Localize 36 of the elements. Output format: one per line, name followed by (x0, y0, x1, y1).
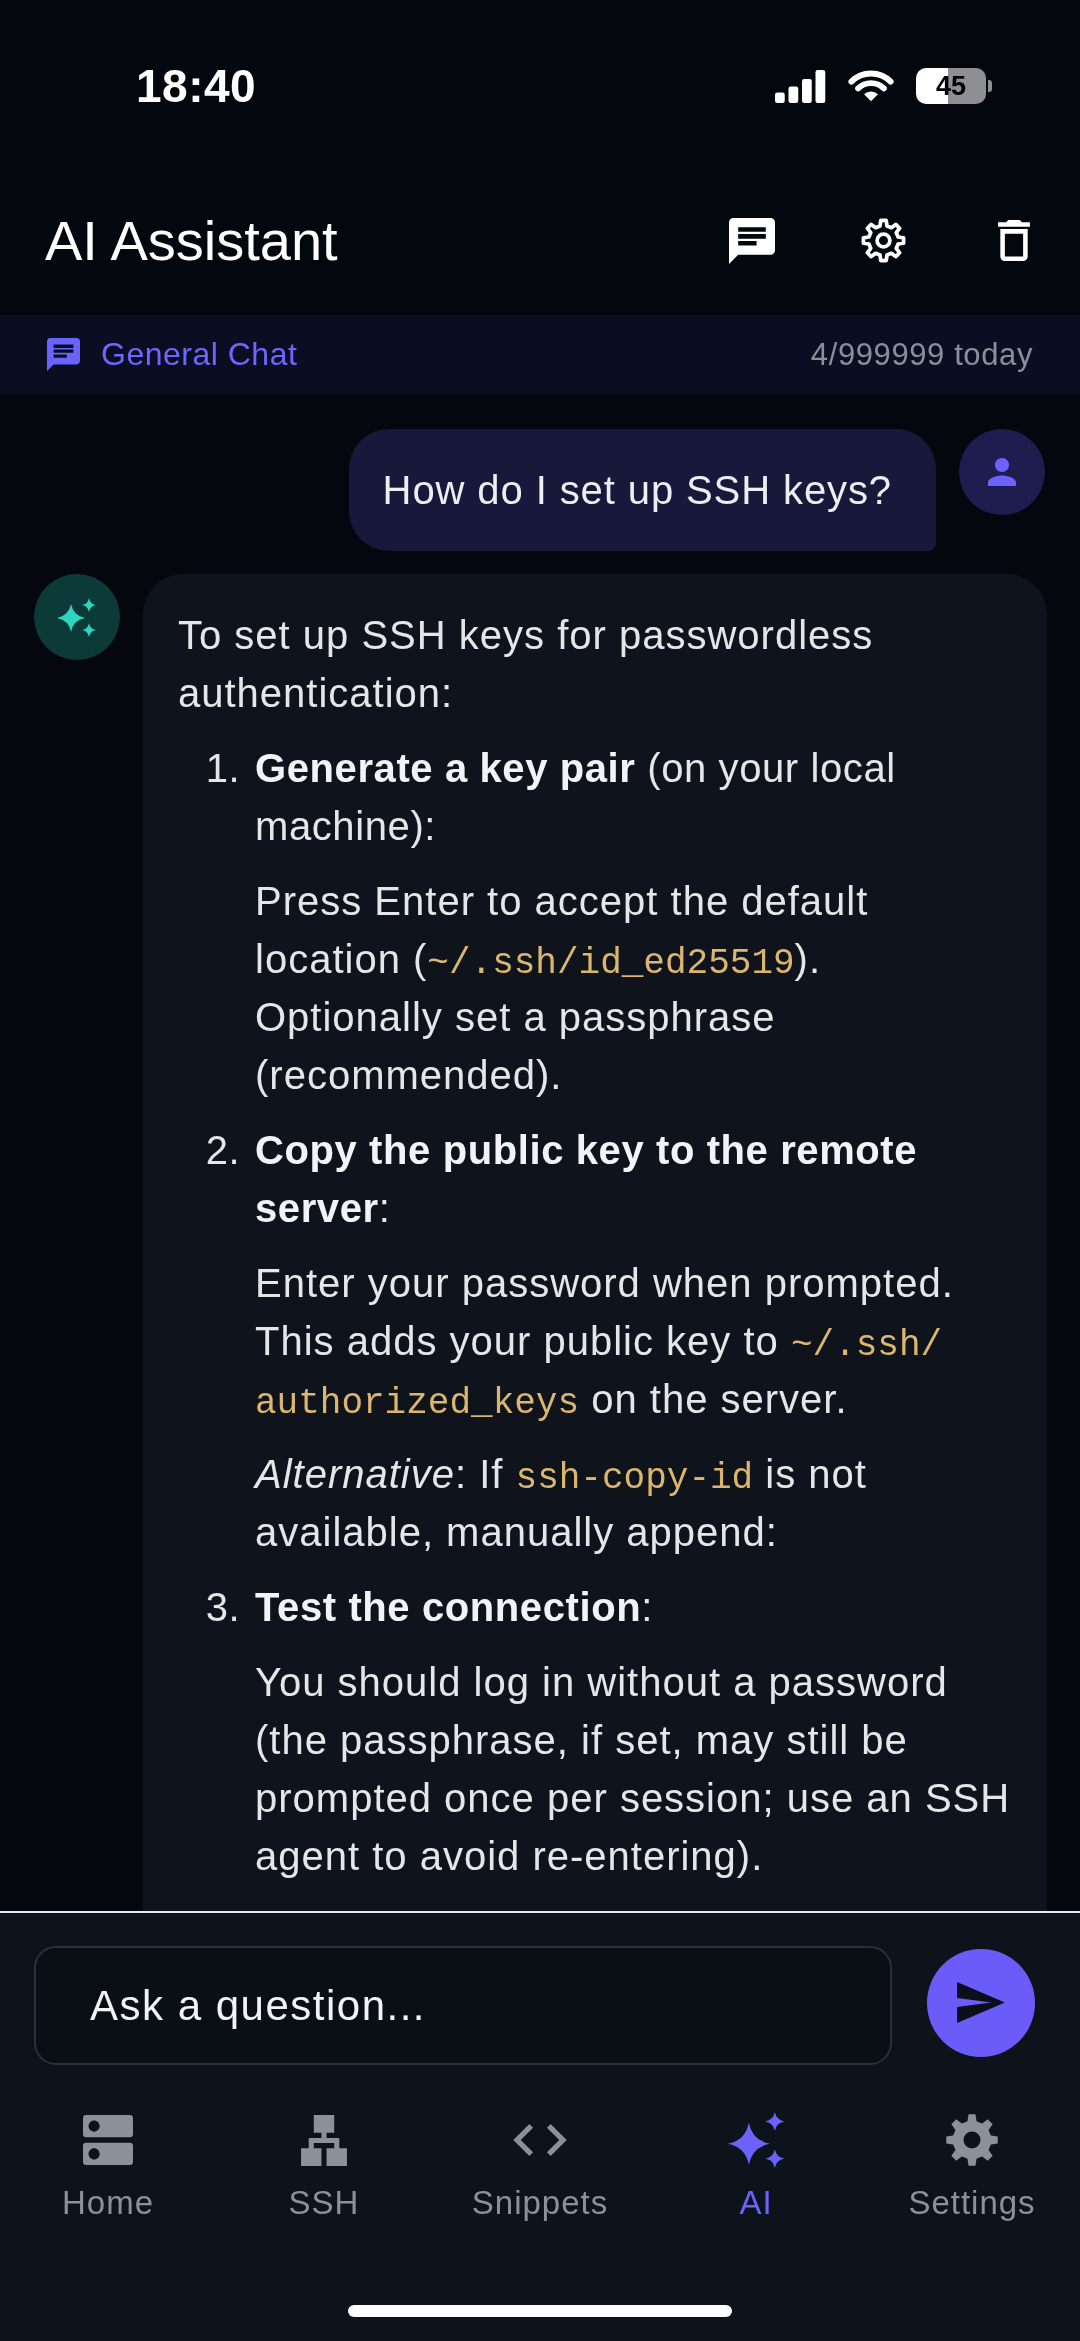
send-icon (957, 1982, 1005, 2023)
usage-counter: 4/999999 today (810, 336, 1033, 373)
screen-title: AI Assistant (45, 208, 339, 273)
chat-bubble-icon (47, 338, 80, 371)
nav-tab[interactable]: SSH (216, 2111, 432, 2223)
step-paragraph: Enter your password when prompted. This adds your public key to ~/.ssh/authorized_keys on the server. (255, 1260, 955, 1426)
gear-icon (946, 2114, 998, 2166)
input-field[interactable]: Ask a question... (34, 1946, 892, 2065)
code-icon (513, 2124, 567, 2156)
nav-tab[interactable]: Settings (864, 2111, 1080, 2223)
step-paragraph: Press Enter to accept the default location (~/.ssh/id_ed25519). Optionally set a passphrase (recommended). (255, 878, 870, 1099)
nav-tab[interactable]: Snippets (432, 2111, 648, 2223)
status-time: 18:40 (136, 59, 257, 113)
step-title: Generate a key pair (on your local machine): (255, 745, 897, 850)
step-paragraph: Alternative: If ssh-copy-id is not available, manually append: (255, 1451, 868, 1556)
user-message: How do I set up SSH keys? (348, 429, 936, 551)
network-icon (301, 2114, 347, 2166)
assistant-avatar-icon (34, 574, 120, 660)
step-paragraph: You should log in without a password (the passphrase, if set, may still be prompted once per session; use an SSH agent to avoid re-entering). (255, 1659, 1012, 1880)
list-number: 3. (204, 1584, 240, 1631)
message-text: To set up SSH keys for passwordless authentication: (178, 612, 875, 717)
chat-bubble-icon (729, 217, 775, 264)
server-icon (83, 2115, 133, 2165)
gear-icon (860, 218, 906, 263)
signal-icon (775, 69, 826, 103)
step-title: Copy the public key to the remote server: (255, 1127, 919, 1232)
list-number: 1. (204, 745, 240, 792)
step-title: Test the connection: (255, 1584, 654, 1631)
nav-tab[interactable]: AI (648, 2111, 864, 2223)
nav-tab[interactable]: Home (0, 2111, 216, 2223)
sparkles-icon (727, 2112, 785, 2168)
list-number: 2. (204, 1127, 240, 1174)
chat-name: General Chat (101, 336, 298, 373)
trash-icon (998, 220, 1030, 261)
wifi-icon (848, 69, 894, 103)
user-avatar-icon (959, 429, 1045, 515)
